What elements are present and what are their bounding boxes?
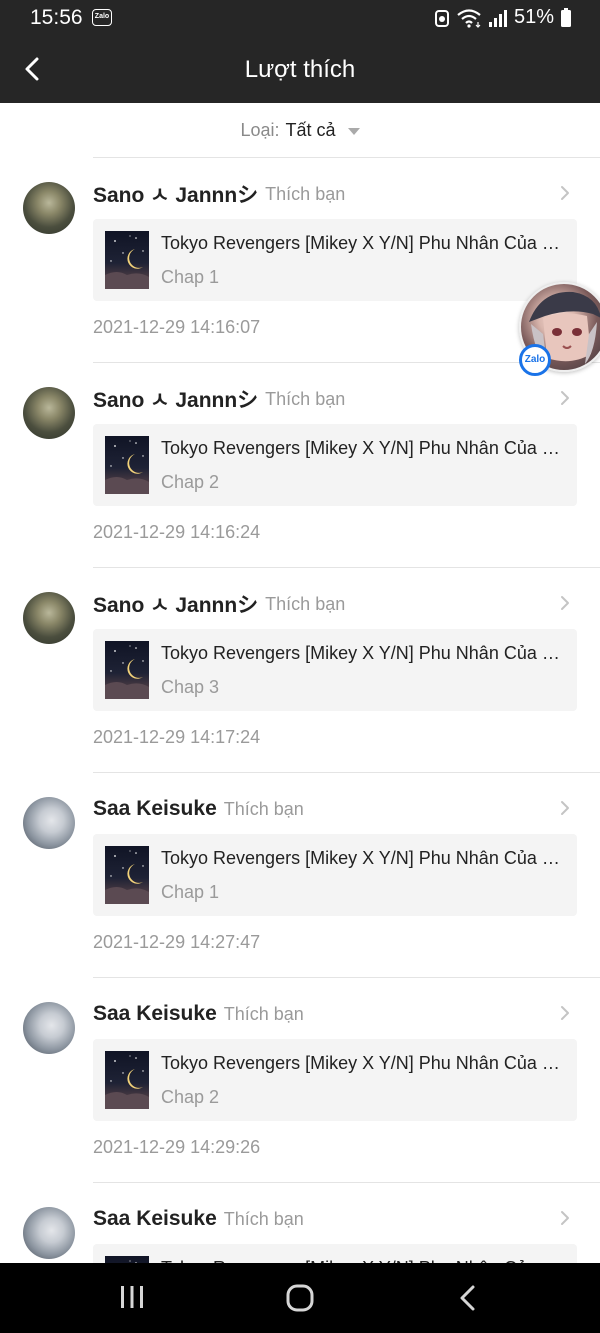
- moon-icon: [105, 1055, 149, 1109]
- action-text: Thích bạn: [223, 798, 304, 819]
- chevron-right-icon[interactable]: [558, 798, 572, 818]
- timestamp: 2021-12-29 14:27:47: [93, 932, 261, 952]
- avatar[interactable]: [23, 1207, 75, 1259]
- chapter-label: Chap 2: [161, 1087, 220, 1107]
- user-name[interactable]: Sano ㅅ Jannnシ: [93, 589, 258, 619]
- home-button[interactable]: [285, 1283, 315, 1318]
- story-cover-thumbnail: [105, 641, 149, 699]
- story-card[interactable]: Tokyo Revengers [Mikey X Y/N] Phu Nhân C…: [93, 834, 577, 916]
- user-name[interactable]: Sano ㅅ Jannnシ: [93, 179, 258, 209]
- user-name[interactable]: Saa Keisuke: [93, 797, 217, 821]
- action-text: Thích bạn: [265, 593, 346, 614]
- recent-apps-button[interactable]: [118, 1283, 146, 1316]
- system-nav-bar: [0, 1263, 600, 1333]
- status-time: 15:56: [30, 6, 83, 29]
- chevron-right-icon[interactable]: [558, 183, 572, 203]
- action-text: Thích bạn: [265, 183, 346, 204]
- item-header: Saa Keisuke Thích bạn: [93, 1204, 570, 1234]
- story-card[interactable]: Tokyo Revengers [Mikey X Y/N] Phu Nhân C…: [93, 424, 577, 506]
- moon-icon: [105, 645, 149, 699]
- moon-icon: [105, 440, 149, 494]
- list-item[interactable]: Sano ㅅ Jannnシ Thích bạn Tokyo Revengers [M…: [0, 567, 600, 772]
- home-icon: [286, 1284, 314, 1312]
- item-header: Sano ㅅ Jannnシ Thích bạn: [93, 179, 570, 209]
- story-card[interactable]: Tokyo Revengers [Mikey X Y/N] Phu Nhân C…: [93, 1039, 577, 1121]
- avatar[interactable]: [23, 797, 75, 849]
- recycle-icon: [434, 9, 449, 27]
- item-header: Saa Keisuke Thích bạn: [93, 999, 570, 1029]
- moon-icon: [105, 235, 149, 289]
- story-title: Tokyo Revengers [Mikey X Y/N] Phu Nhân C…: [161, 1053, 561, 1073]
- user-name[interactable]: Sano ㅅ Jannnシ: [93, 384, 258, 414]
- story-cover-thumbnail: [105, 1051, 149, 1109]
- divider: [93, 977, 600, 978]
- divider: [93, 1182, 600, 1183]
- avatar[interactable]: [23, 592, 75, 644]
- story-title: Tokyo Revengers [Mikey X Y/N] Phu Nhân C…: [161, 233, 561, 253]
- chapter-label: Chap 2: [161, 472, 220, 492]
- item-header: Saa Keisuke Thích bạn: [93, 794, 570, 824]
- chapter-label: Chap 1: [161, 882, 220, 902]
- zalo-badge: Zalo: [519, 344, 551, 376]
- story-title: Tokyo Revengers [Mikey X Y/N] Phu Nhân C…: [161, 643, 561, 663]
- story-card[interactable]: Tokyo Revengers [Mikey X Y/N] Phu Nhân C…: [93, 219, 577, 301]
- chevron-right-icon[interactable]: [558, 1003, 572, 1023]
- timestamp: 2021-12-29 14:29:26: [93, 1137, 261, 1157]
- likes-list: Sano ㅅ Jannnシ Thích bạn Tokyo Revengers [M…: [0, 157, 600, 1333]
- zalo-notification-icon: Zalo: [92, 9, 112, 26]
- status-icons: 51%: [434, 6, 572, 29]
- type-filter[interactable]: Loại: Tất cả: [0, 103, 600, 157]
- status-bar: 15:56 Zalo 51%: [0, 0, 600, 38]
- divider: [93, 157, 600, 158]
- battery-icon: [561, 7, 571, 27]
- back-icon: [460, 1285, 475, 1311]
- chevron-right-icon[interactable]: [558, 388, 572, 408]
- item-header: Sano ㅅ Jannnシ Thích bạn: [93, 384, 570, 414]
- item-header: Sano ㅅ Jannnシ Thích bạn: [93, 589, 570, 619]
- wifi-icon: [457, 8, 481, 28]
- chevron-right-icon[interactable]: [558, 593, 572, 613]
- story-title: Tokyo Revengers [Mikey X Y/N] Phu Nhân C…: [161, 848, 561, 868]
- user-name[interactable]: Saa Keisuke: [93, 1207, 217, 1231]
- divider: [93, 772, 600, 773]
- list-item[interactable]: Sano ㅅ Jannnシ Thích bạn Tokyo Revengers [M…: [0, 157, 600, 362]
- action-text: Thích bạn: [223, 1003, 304, 1024]
- timestamp: 2021-12-29 14:17:24: [93, 727, 261, 747]
- chevron-right-icon[interactable]: [558, 1208, 572, 1228]
- page-title: Lượt thích: [244, 56, 356, 83]
- filter-label: Loại:: [240, 119, 280, 140]
- story-card[interactable]: Tokyo Revengers [Mikey X Y/N] Phu Nhân C…: [93, 629, 577, 711]
- chapter-label: Chap 1: [161, 267, 220, 287]
- story-cover-thumbnail: [105, 846, 149, 904]
- avatar[interactable]: [23, 1002, 75, 1054]
- user-name[interactable]: Saa Keisuke: [93, 1002, 217, 1026]
- app-header: Lượt thích: [0, 38, 600, 103]
- chapter-label: Chap 3: [161, 677, 220, 697]
- caret-down-icon: [347, 127, 360, 135]
- divider: [93, 567, 600, 568]
- timestamp: 2021-12-29 14:16:07: [93, 317, 261, 337]
- action-text: Thích bạn: [265, 388, 346, 409]
- battery-percent: 51%: [513, 6, 554, 28]
- avatar[interactable]: [23, 387, 75, 439]
- story-cover-thumbnail: [105, 231, 149, 289]
- filter-value: Tất cả: [285, 119, 336, 140]
- list-item[interactable]: Saa Keisuke Thích bạn Tokyo Revengers [Mik…: [0, 977, 600, 1182]
- list-item[interactable]: Saa Keisuke Thích bạn Tokyo Revengers [Mik…: [0, 772, 600, 977]
- moon-icon: [105, 850, 149, 904]
- avatar[interactable]: [23, 182, 75, 234]
- timestamp: 2021-12-29 14:16:24: [93, 522, 261, 542]
- story-title: Tokyo Revengers [Mikey X Y/N] Phu Nhân C…: [161, 438, 561, 458]
- list-item[interactable]: Sano ㅅ Jannnシ Thích bạn Tokyo Revengers [M…: [0, 362, 600, 567]
- nav-back-button[interactable]: [455, 1283, 481, 1318]
- recent-apps-icon: [121, 1286, 143, 1308]
- action-text: Thích bạn: [223, 1208, 304, 1229]
- story-cover-thumbnail: [105, 436, 149, 494]
- signal-icon: [488, 9, 507, 27]
